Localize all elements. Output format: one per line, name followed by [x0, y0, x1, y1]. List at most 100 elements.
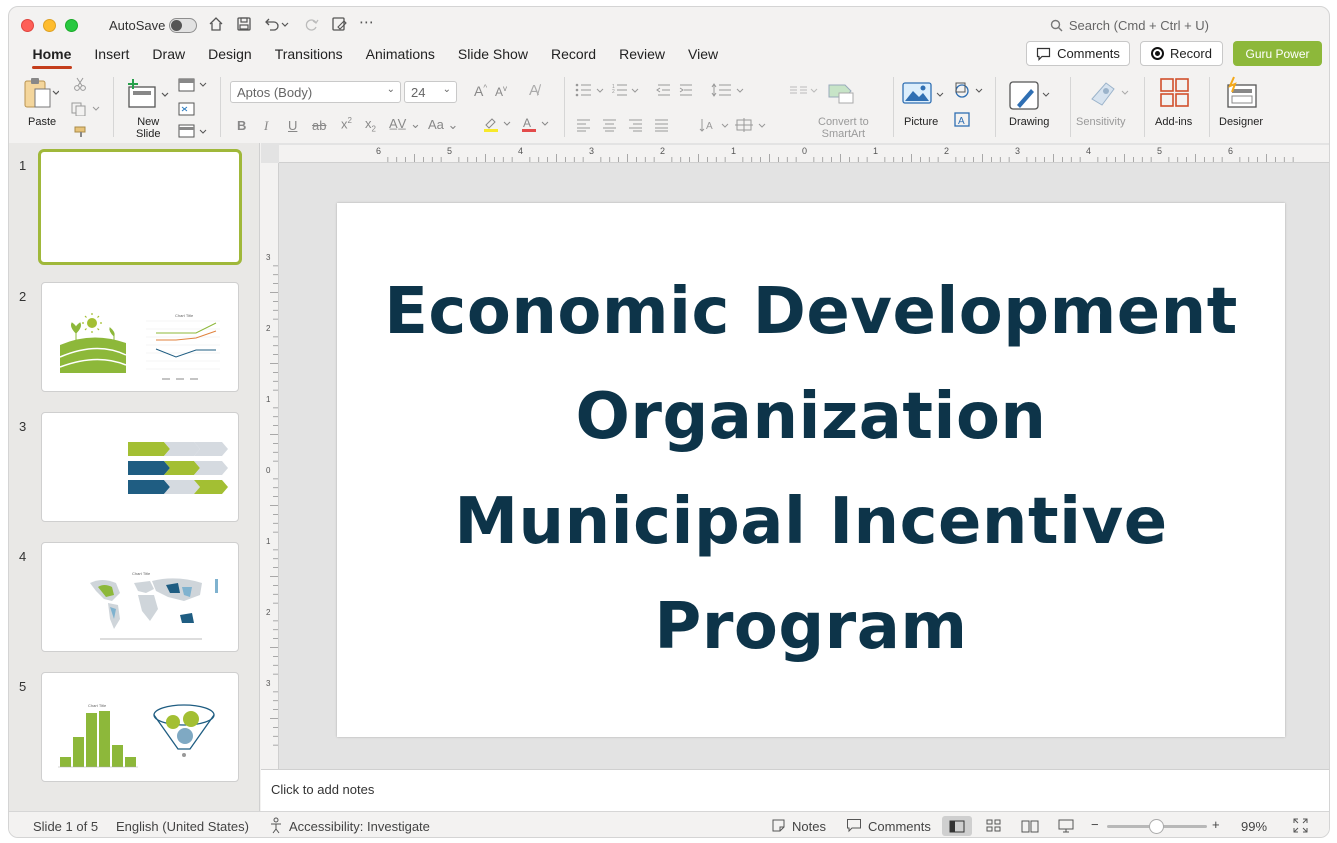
home-ribbon: Paste New Slide Aptos (Body) ⌄ 24 ⌄ A^ A…: [9, 71, 1329, 143]
autosave-toggle[interactable]: [169, 18, 197, 33]
save-icon[interactable]: [236, 16, 252, 36]
record-button[interactable]: Record: [1140, 41, 1223, 66]
more-options-icon[interactable]: ⋯: [359, 13, 374, 31]
close-window-button[interactable]: [21, 19, 34, 32]
zoom-in-icon[interactable]: +: [1212, 817, 1220, 832]
font-name-dropdown[interactable]: Aptos (Body) ⌄: [230, 81, 401, 103]
ruler-label: 1: [266, 537, 271, 546]
zoom-window-button[interactable]: [65, 19, 78, 32]
reading-view-button[interactable]: [1015, 816, 1045, 836]
slide-thumbnail-1[interactable]: [38, 149, 242, 265]
add-ins-icon[interactable]: [1159, 77, 1191, 112]
autosave-label: AutoSave: [109, 18, 166, 33]
tab-view[interactable]: View: [677, 43, 730, 71]
picture-icon[interactable]: [901, 79, 947, 108]
layout-icon[interactable]: [177, 77, 209, 144]
font-color-icon[interactable]: A: [520, 115, 554, 136]
current-slide[interactable]: Economic Development Organization Munici…: [337, 203, 1285, 737]
character-spacing-icon[interactable]: A̲V̲ ⌄: [389, 116, 421, 132]
zoom-out-icon[interactable]: −: [1091, 817, 1099, 832]
superscript-icon[interactable]: x2: [341, 116, 352, 131]
slide-number: 2: [19, 289, 27, 304]
ruler-label: 4: [518, 146, 523, 156]
search-box[interactable]: Search (Cmd + Ctrl + U): [1050, 18, 1209, 33]
align-icons[interactable]: [576, 118, 676, 135]
decrease-font-size-icon[interactable]: Av: [495, 84, 507, 99]
designer-icon[interactable]: [1224, 75, 1260, 112]
language-status[interactable]: English (United States): [116, 819, 249, 834]
normal-view-button[interactable]: [942, 816, 972, 836]
accessibility-status[interactable]: Accessibility: Investigate: [289, 819, 430, 834]
clear-formatting-icon[interactable]: A̸: [529, 82, 539, 99]
slide-number: 4: [19, 549, 27, 564]
save-as-icon[interactable]: [331, 16, 347, 36]
format-painter-icon[interactable]: [73, 125, 89, 142]
tab-insert[interactable]: Insert: [83, 43, 141, 71]
drawing-icon[interactable]: [1009, 79, 1053, 114]
zoom-slider-thumb[interactable]: [1149, 819, 1164, 834]
tab-draw[interactable]: Draw: [141, 43, 197, 71]
tab-transitions[interactable]: Transitions: [263, 43, 354, 71]
tab-animations[interactable]: Animations: [354, 43, 446, 71]
slideshow-icon: [1058, 819, 1074, 833]
svg-text:A: A: [958, 116, 965, 127]
bullets-icon[interactable]: 12: [574, 83, 694, 100]
subscript-icon[interactable]: x2: [365, 116, 376, 134]
new-slide-icon[interactable]: [127, 79, 171, 112]
comments-icon[interactable]: [846, 818, 862, 836]
tab-home[interactable]: Home: [21, 43, 83, 71]
notes-pane[interactable]: Click to add notes: [261, 769, 1329, 811]
ruler-label: 2: [266, 324, 271, 333]
zoom-level[interactable]: 99%: [1241, 819, 1267, 834]
tab-slide-show[interactable]: Slide Show: [446, 43, 539, 71]
increase-font-size-icon[interactable]: A^: [474, 83, 487, 99]
line-spacing-icon[interactable]: [711, 83, 747, 100]
text-direction-icon[interactable]: A: [699, 117, 769, 136]
slide-thumbnail-4[interactable]: Chart Title: [41, 542, 239, 652]
slide-thumbnail-2[interactable]: Chart Title: [41, 282, 239, 392]
font-size-dropdown[interactable]: 24 ⌄: [404, 81, 457, 103]
tab-review[interactable]: Review: [608, 43, 677, 71]
minimize-window-button[interactable]: [43, 19, 56, 32]
tab-record[interactable]: Record: [539, 43, 607, 71]
slide-thumbnail-5[interactable]: Chart Title: [41, 672, 239, 782]
undo-icon[interactable]: [263, 16, 289, 36]
guru-power-button[interactable]: Guru Power: [1233, 41, 1322, 66]
paste-icon[interactable]: [23, 77, 60, 112]
comments-toggle[interactable]: Comments: [868, 819, 931, 834]
columns-icon[interactable]: [789, 83, 819, 100]
notes-icon[interactable]: [771, 818, 786, 836]
shapes-icon[interactable]: A: [952, 81, 988, 134]
sensitivity-icon[interactable]: [1086, 77, 1132, 112]
slideshow-button[interactable]: [1051, 816, 1081, 836]
slide-sorter-button[interactable]: [979, 816, 1009, 836]
ruler-label: 0: [802, 146, 807, 156]
slide-thumbnail-3[interactable]: [41, 412, 239, 522]
slide-4-preview: Chart Title: [90, 571, 218, 640]
change-case-icon[interactable]: Aa ⌄: [428, 117, 458, 133]
home-icon[interactable]: [208, 16, 224, 36]
redo-icon[interactable]: [304, 16, 320, 36]
comments-button[interactable]: Comments: [1026, 41, 1130, 66]
add-ins-label: Add-ins: [1155, 116, 1193, 128]
chevron-down-icon: ⌄: [386, 84, 395, 95]
fit-to-window-icon[interactable]: [1293, 818, 1308, 836]
notes-toggle[interactable]: Notes: [792, 819, 826, 834]
italic-icon[interactable]: I: [264, 118, 268, 134]
cut-icon[interactable]: [73, 77, 87, 94]
accessibility-icon[interactable]: [269, 817, 284, 837]
copy-icon[interactable]: [71, 102, 101, 119]
reading-view-icon: [1021, 820, 1039, 833]
highlight-icon[interactable]: [482, 115, 516, 136]
slide-number: 1: [19, 158, 27, 173]
tab-design[interactable]: Design: [197, 43, 264, 71]
smartart-icon[interactable]: [827, 79, 859, 108]
bold-icon[interactable]: B: [237, 118, 246, 133]
strikethrough-icon[interactable]: ab: [312, 118, 326, 133]
underline-icon[interactable]: U: [288, 118, 297, 133]
slide-title-line: Economic Development: [384, 275, 1238, 349]
guru-power-label: Guru Power: [1245, 46, 1310, 61]
slide-title[interactable]: Economic Development Organization Munici…: [384, 260, 1238, 680]
ribbon-tabs: Home Insert Draw Design Transitions Anim…: [21, 43, 730, 71]
svg-text:2: 2: [612, 89, 615, 95]
